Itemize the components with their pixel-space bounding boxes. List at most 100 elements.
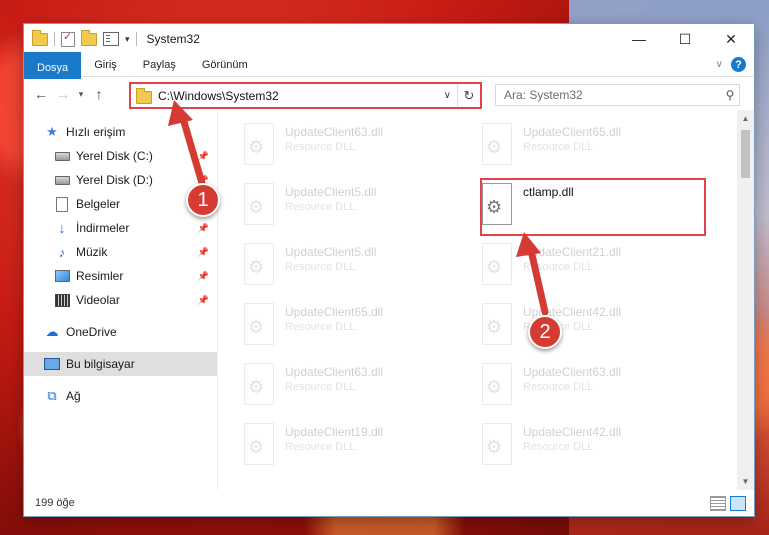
dll-file-icon: ⚙ — [241, 423, 275, 467]
customize-toolbar-chevron-icon[interactable]: ▾ — [125, 34, 130, 45]
dll-file-icon: ⚙ — [479, 363, 513, 407]
pin-icon[interactable]: 📌 — [198, 295, 209, 306]
document-icon — [54, 196, 70, 212]
address-field[interactable]: C:\Windows\System32 ∨ — [131, 84, 458, 107]
vertical-scrollbar[interactable]: ▲ ▼ — [737, 110, 754, 490]
video-icon — [54, 293, 70, 307]
sidebar-item-label: Ağ — [66, 389, 81, 403]
view-toggle — [710, 496, 746, 511]
file-item[interactable]: ⚙ UpdateClient65.dll Resource DLL — [479, 118, 717, 178]
file-list: ⚙ UpdateClient63.dll Resource DLL ⚙ Updat… — [218, 110, 754, 490]
file-item[interactable]: ⚙ UpdateClient63.dll Resource DLL — [241, 118, 479, 178]
folder-icon — [32, 29, 48, 46]
star-icon: ★ — [46, 124, 58, 139]
sidebar-item-label: Belgeler — [76, 197, 121, 211]
main-area: ★ Hızlı erişim Yerel Disk (C:) 📌 Yerel D… — [24, 110, 754, 490]
file-item[interactable]: ⚙ UpdateClient5.dll Resource DLL — [241, 178, 479, 238]
file-item[interactable]: ⚙ UpdateClient42.dllResource DLL — [479, 298, 717, 358]
close-button[interactable]: ✕ — [708, 24, 754, 54]
address-dropdown-icon[interactable]: ∨ — [444, 90, 451, 101]
details-view-icon[interactable] — [710, 496, 726, 511]
folder-icon — [136, 87, 152, 104]
properties-icon[interactable] — [61, 30, 75, 47]
file-name: ctlamp.dll — [523, 185, 574, 199]
dll-file-icon: ⚙ — [241, 363, 275, 407]
forward-button[interactable]: → — [52, 86, 74, 102]
back-button[interactable]: ← — [30, 86, 52, 102]
sidebar-item-label: Hızlı erişim — [66, 125, 126, 139]
title-bar: ▾ System32 — ☐ ✕ — [24, 24, 754, 54]
large-icons-view-icon[interactable] — [730, 496, 746, 511]
file-name: UpdateClient63.dll — [285, 365, 384, 379]
customize-view-icon[interactable] — [103, 32, 119, 46]
tab-file[interactable]: Dosya — [24, 51, 82, 79]
dll-file-icon: ⚙ — [479, 423, 513, 467]
explorer-window: ▾ System32 — ☐ ✕ Dosya Giriş Paylaş Görü… — [24, 24, 754, 516]
file-type: Resource DLL — [285, 261, 356, 273]
dll-file-icon: ⚙ — [241, 243, 275, 287]
pin-icon[interactable]: 📌 — [198, 223, 209, 234]
file-item[interactable]: ⚙ UpdateClient63.dll Resource DLL — [241, 358, 479, 418]
refresh-icon[interactable]: ↻ — [458, 88, 480, 104]
minimize-button[interactable]: — — [616, 24, 662, 54]
separator — [54, 32, 55, 46]
item-count: 199 öğe — [35, 497, 75, 509]
sidebar-item-quick-access[interactable]: ★ Hızlı erişim — [24, 120, 217, 144]
file-type: Resource DLL — [285, 381, 356, 393]
maximize-button[interactable]: ☐ — [662, 24, 708, 54]
new-folder-icon[interactable] — [81, 29, 97, 46]
help-icon[interactable]: ? — [731, 57, 746, 72]
sidebar-item-label: Bu bilgisayar — [66, 357, 135, 371]
scroll-up-icon[interactable]: ▲ — [737, 110, 754, 127]
file-type: Resource DLL — [285, 141, 356, 153]
dll-file-icon: ⚙ — [241, 183, 275, 227]
tab-share[interactable]: Paylaş — [130, 54, 189, 76]
pin-icon[interactable]: 📌 — [198, 247, 209, 258]
sidebar-item-label: OneDrive — [66, 325, 117, 339]
up-button[interactable]: ↑ — [88, 86, 110, 102]
search-input[interactable]: Ara: System32 — [496, 88, 721, 102]
pictures-icon — [54, 269, 70, 283]
address-path[interactable]: C:\Windows\System32 — [158, 89, 279, 103]
file-item[interactable]: ⚙ UpdateClient65.dll Resource DLL — [241, 298, 479, 358]
sidebar-item-label: Müzik — [76, 245, 108, 259]
pin-icon[interactable]: 📌 — [198, 151, 209, 162]
sidebar-item-network[interactable]: ⧉ Ağ — [24, 384, 217, 408]
tab-view[interactable]: Görünüm — [189, 54, 261, 76]
sidebar-item-this-pc[interactable]: Bu bilgisayar — [24, 352, 217, 376]
search-box[interactable]: Ara: System32 ⚲ — [495, 84, 740, 106]
file-type: Resource DLL — [523, 381, 594, 393]
scroll-thumb[interactable] — [741, 130, 750, 178]
sidebar-item-local-disk-d[interactable]: Yerel Disk (D:) 📌 — [24, 168, 217, 192]
scroll-down-icon[interactable]: ▼ — [737, 473, 754, 490]
recent-locations-button[interactable]: ▾ — [74, 89, 88, 100]
expand-ribbon-chevron-icon[interactable]: ∨ — [716, 59, 723, 70]
file-item[interactable]: ⚙ UpdateClient19.dll Resource DLL — [241, 418, 479, 478]
quick-access-toolbar: ▾ System32 — [24, 29, 200, 47]
search-icon[interactable]: ⚲ — [721, 88, 739, 102]
sidebar-item-music[interactable]: ♪ Müzik 📌 — [24, 240, 217, 264]
file-name: UpdateClient63.dll — [285, 125, 384, 139]
dll-file-icon: ⚙ — [479, 243, 513, 287]
file-item-ctlamp[interactable]: ⚙ ctlamp.dll — [479, 178, 717, 238]
sidebar-item-pictures[interactable]: Resimler 📌 — [24, 264, 217, 288]
file-type: Resource DLL — [523, 141, 594, 153]
dll-file-icon: ⚙ — [479, 183, 513, 227]
file-item[interactable]: ⚙ UpdateClient63.dll Resource DLL — [479, 358, 717, 418]
download-icon: ↓ — [58, 220, 66, 236]
music-icon: ♪ — [58, 244, 66, 260]
file-item[interactable]: ⚙ UpdateClient42.dllResource DLL — [479, 418, 717, 478]
file-type: Resource DLL — [523, 441, 594, 453]
file-item[interactable]: ⚙ UpdateClient5.dll Resource DLL — [241, 238, 479, 298]
address-bar[interactable]: C:\Windows\System32 ∨ ↻ — [129, 82, 482, 109]
sidebar-item-downloads[interactable]: ↓ İndirmeler 📌 — [24, 216, 217, 240]
sidebar-item-local-disk-c[interactable]: Yerel Disk (C:) 📌 — [24, 144, 217, 168]
tab-home[interactable]: Giriş — [81, 54, 130, 76]
sidebar-item-onedrive[interactable]: ☁ OneDrive — [24, 320, 217, 344]
status-bar: 199 öğe — [24, 490, 754, 516]
file-item[interactable]: ⚙ UpdateClient21.dll Resource DLL — [479, 238, 717, 298]
ribbon-tabs: Dosya Giriş Paylaş Görünüm ∨ ? — [24, 51, 754, 79]
pin-icon[interactable]: 📌 — [198, 271, 209, 282]
file-type: Resource DLL — [285, 201, 356, 213]
sidebar-item-videos[interactable]: Videolar 📌 — [24, 288, 217, 312]
